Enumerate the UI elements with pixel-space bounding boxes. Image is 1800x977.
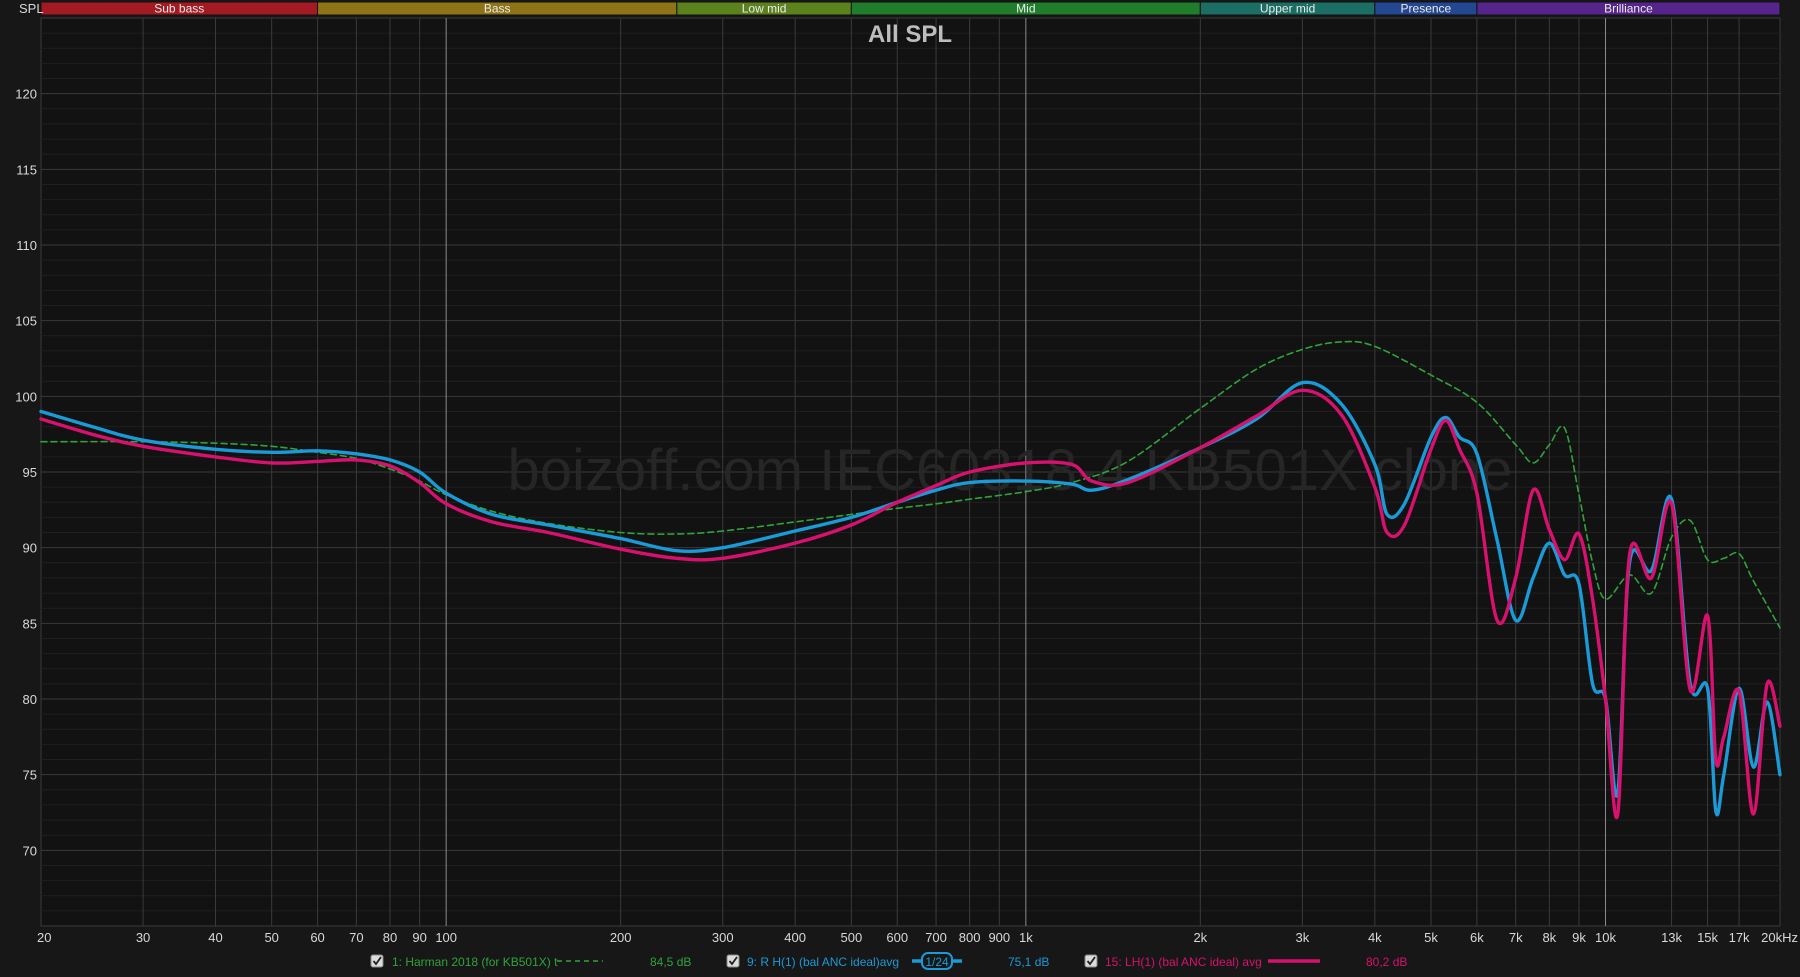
x-tick-label: 15k bbox=[1697, 930, 1718, 945]
x-tick-label: 10k bbox=[1595, 930, 1616, 945]
band-label: Mid bbox=[1016, 2, 1035, 16]
x-tick-label: 90 bbox=[412, 930, 426, 945]
x-tick-label: 800 bbox=[959, 930, 981, 945]
legend-checkbox[interactable] bbox=[370, 954, 384, 968]
x-tick-label: 2k bbox=[1193, 930, 1207, 945]
smoothing-label: 1/24 bbox=[925, 955, 949, 969]
x-tick-label: 20kHz bbox=[1761, 930, 1798, 945]
x-tick-label: 40 bbox=[208, 930, 222, 945]
band-label: Brilliance bbox=[1604, 2, 1653, 16]
legend-checkbox[interactable] bbox=[1084, 954, 1098, 968]
y-tick-label: 100 bbox=[15, 389, 37, 404]
y-tick-label: 110 bbox=[16, 238, 37, 253]
y-tick-label: 115 bbox=[16, 162, 37, 177]
x-tick-label: 300 bbox=[712, 930, 734, 945]
x-tick-label: 50 bbox=[264, 930, 278, 945]
chart-title: All SPL bbox=[868, 21, 952, 48]
x-tick-label: 900 bbox=[988, 930, 1010, 945]
x-tick-label: 17k bbox=[1729, 930, 1750, 945]
x-tick-label: 70 bbox=[349, 930, 363, 945]
legend: 1: Harman 2018 (for KB501X) t 84,5 dB 9: R… bbox=[370, 952, 1407, 970]
y-tick-label: 85 bbox=[23, 616, 37, 631]
y-tick-label: 70 bbox=[23, 843, 37, 858]
y-axis-unit-label: SPL bbox=[19, 1, 44, 16]
x-tick-label: 7k bbox=[1509, 930, 1523, 945]
x-tick-label: 600 bbox=[886, 930, 908, 945]
y-tick-label: 120 bbox=[15, 87, 37, 102]
legend-checkbox[interactable] bbox=[726, 954, 740, 968]
legend-series-name: 1: Harman 2018 (for KB501X) t bbox=[392, 955, 558, 969]
band-label: Upper mid bbox=[1260, 2, 1315, 16]
x-tick-label: 9k bbox=[1572, 930, 1586, 945]
band-label: Bass bbox=[484, 2, 511, 16]
band-label: Sub bass bbox=[154, 2, 204, 16]
x-tick-label: 1k bbox=[1019, 930, 1033, 945]
y-tick-label: 90 bbox=[23, 541, 37, 556]
y-tick-label: 95 bbox=[23, 465, 37, 480]
y-tick-label: 105 bbox=[15, 314, 37, 329]
x-tick-label: 4k bbox=[1368, 930, 1382, 945]
x-tick-label: 400 bbox=[784, 930, 806, 945]
legend-series-name: 9: R H(1) (bal ANC ideal)avg bbox=[747, 955, 899, 969]
x-tick-label: 6k bbox=[1470, 930, 1484, 945]
band-label: Presence bbox=[1401, 2, 1452, 16]
x-tick-label: 5k bbox=[1424, 930, 1438, 945]
x-tick-label: 30 bbox=[136, 930, 150, 945]
x-tick-label: 200 bbox=[610, 930, 632, 945]
frequency-bands: Sub bass Bass Low mid Mid Upper mid Presence B… bbox=[40, 1, 1781, 16]
legend-value: 84,5 dB bbox=[650, 955, 691, 969]
x-tick-label: 700 bbox=[925, 930, 947, 945]
x-tick-label: 3k bbox=[1296, 930, 1310, 945]
x-tick-label: 8k bbox=[1542, 930, 1556, 945]
x-tick-label: 500 bbox=[840, 930, 862, 945]
y-tick-label: 80 bbox=[23, 692, 37, 707]
x-tick-label: 80 bbox=[383, 930, 397, 945]
x-tick-label: 20 bbox=[37, 930, 51, 945]
band-label: Low mid bbox=[742, 2, 787, 16]
legend-value: 75,1 dB bbox=[1008, 955, 1049, 969]
frequency-response-chart: Sub bass Bass Low mid Mid Upper mid Presence B… bbox=[0, 0, 1800, 977]
x-tick-label: 100 bbox=[435, 930, 457, 945]
x-tick-label: 60 bbox=[310, 930, 324, 945]
legend-value: 80,2 dB bbox=[1366, 955, 1407, 969]
x-tick-label: 13k bbox=[1661, 930, 1682, 945]
legend-series-name: 15: LH(1) (bal ANC ideal) avg bbox=[1105, 955, 1262, 969]
y-tick-label: 75 bbox=[23, 768, 37, 783]
